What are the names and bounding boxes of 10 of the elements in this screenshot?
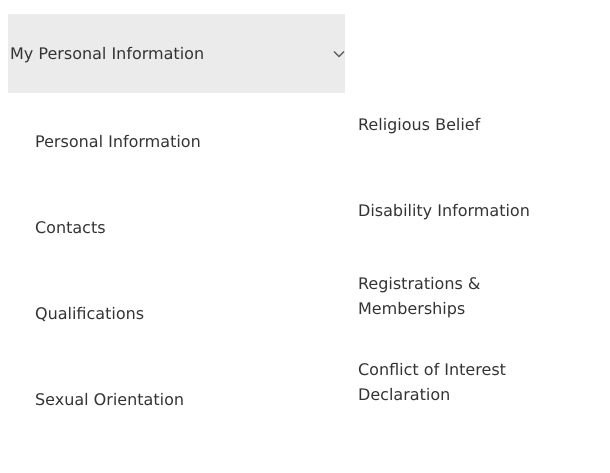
menu-dropdown[interactable]: My Personal Information — [8, 14, 345, 93]
menu-link[interactable]: Personal Information — [35, 128, 201, 154]
menu-link[interactable]: Qualifications — [35, 300, 144, 326]
menu-link[interactable]: Sexual Orientation — [35, 386, 184, 412]
menu-link[interactable]: Contacts — [35, 214, 106, 240]
menu-link[interactable]: Religious Belief — [358, 112, 480, 136]
menu-link[interactable]: Registrations & Memberships — [358, 271, 588, 321]
chevron-icon — [333, 50, 345, 58]
menu-link[interactable]: Disability Information — [358, 198, 530, 222]
menu-link[interactable]: Conflict of Interest Declaration — [358, 357, 588, 407]
